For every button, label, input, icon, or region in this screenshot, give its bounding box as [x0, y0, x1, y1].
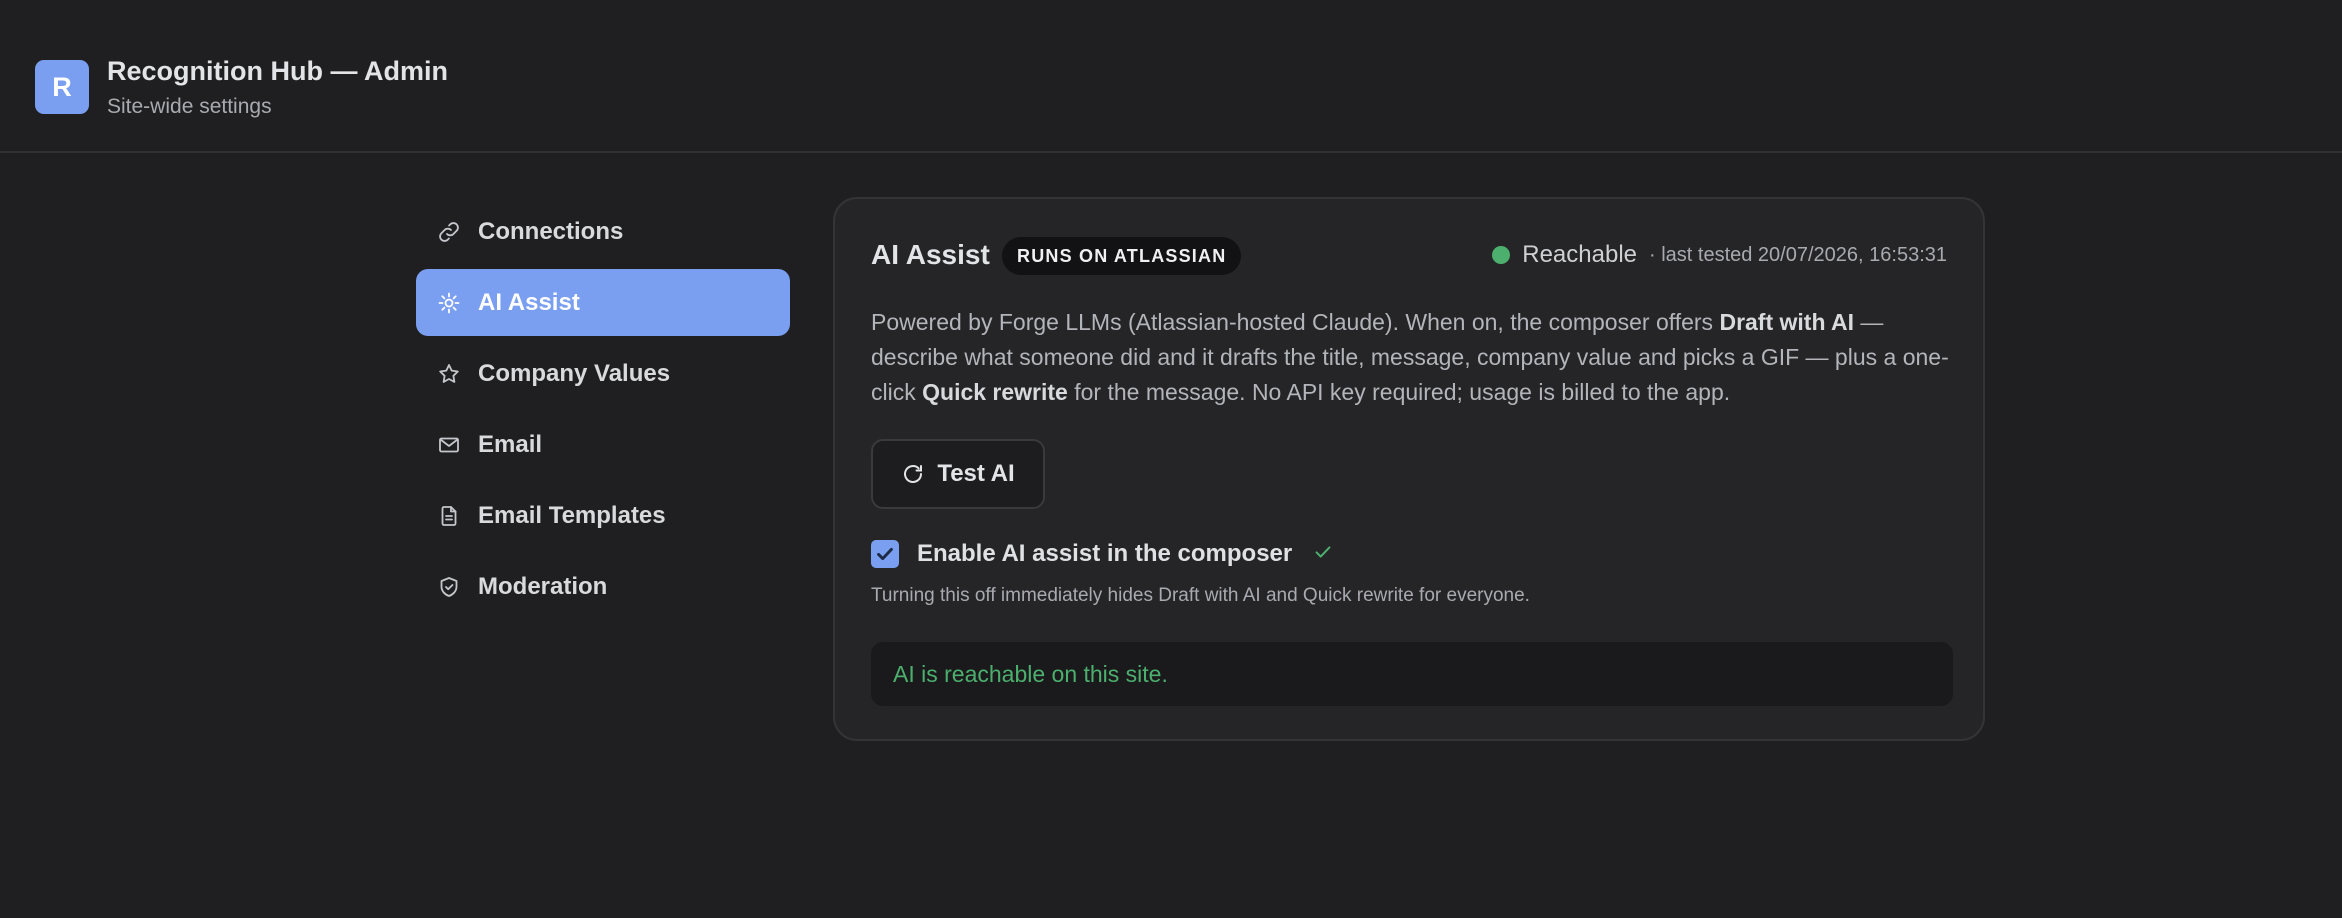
mail-icon [436, 432, 462, 458]
test-ai-button-label: Test AI [937, 460, 1015, 487]
app-subtitle: Site-wide settings [107, 95, 272, 118]
saved-check-icon [1312, 541, 1334, 568]
link-icon [436, 219, 462, 245]
sidebar-item-ai-assist[interactable]: AI Assist [416, 269, 790, 336]
sidebar-item-label: Email [478, 430, 543, 458]
sidebar-item-company-values[interactable]: Company Values [416, 340, 790, 407]
status-dot-icon [1492, 246, 1511, 264]
sparkle-icon [436, 290, 462, 316]
sidebar-item-label: Email Templates [478, 501, 666, 529]
description-text: Powered by Forge LLMs (Atlassian-hosted … [871, 309, 1720, 335]
feature-description: Powered by Forge LLMs (Atlassian-hosted … [871, 305, 1953, 410]
shield-icon [436, 574, 462, 600]
sidebar-item-label: AI Assist [478, 288, 580, 316]
app-title: Recognition Hub — Admin [107, 56, 448, 86]
sidebar-item-email-templates[interactable]: Email Templates [416, 482, 790, 549]
sidebar-item-email[interactable]: Email [416, 411, 790, 478]
refresh-icon [904, 465, 923, 483]
sidebar-item-moderation[interactable]: Moderation [416, 553, 790, 620]
sidebar-item-label: Company Values [478, 359, 671, 387]
sidebar-item-label: Moderation [478, 572, 608, 600]
sidebar-item-connections[interactable]: Connections [416, 198, 790, 265]
reachability-status: Reachable · last tested 20/07/2026, 16:5… [1492, 241, 1947, 269]
description-quick-rewrite: Quick rewrite [922, 379, 1068, 405]
last-tested-timestamp: · last tested 20/07/2026, 16:53:31 [1649, 243, 1947, 266]
card-title: AI Assist [871, 239, 990, 270]
app-header: R Recognition Hub — Admin Site-wide sett… [0, 0, 2342, 153]
document-icon [436, 503, 462, 529]
description-text: for the message. No API key required; us… [1067, 379, 1731, 405]
checkmark-icon [877, 547, 893, 561]
settings-sidebar: Connections AI Assist Company Values Ema… [416, 198, 790, 624]
status-label: Reachable [1522, 241, 1637, 268]
toggle-helper-text: Turning this off immediately hides Draft… [871, 585, 1530, 606]
runs-on-atlassian-badge: RUNS ON ATLASSIAN [1002, 237, 1242, 275]
test-result-message: AI is reachable on this site. [871, 642, 1953, 706]
test-ai-button[interactable]: Test AI [871, 439, 1045, 509]
description-draft-with-ai: Draft with AI [1719, 309, 1855, 335]
enable-ai-toggle-row: Enable AI assist in the composer [871, 540, 1334, 568]
sidebar-item-label: Connections [478, 217, 624, 245]
ai-assist-card: AI Assist RUNS ON ATLASSIAN Reachable · … [833, 197, 1985, 741]
app-logo: R [35, 60, 89, 114]
enable-ai-checkbox[interactable] [871, 540, 899, 568]
star-icon [436, 361, 462, 387]
enable-ai-label[interactable]: Enable AI assist in the composer [917, 540, 1292, 568]
